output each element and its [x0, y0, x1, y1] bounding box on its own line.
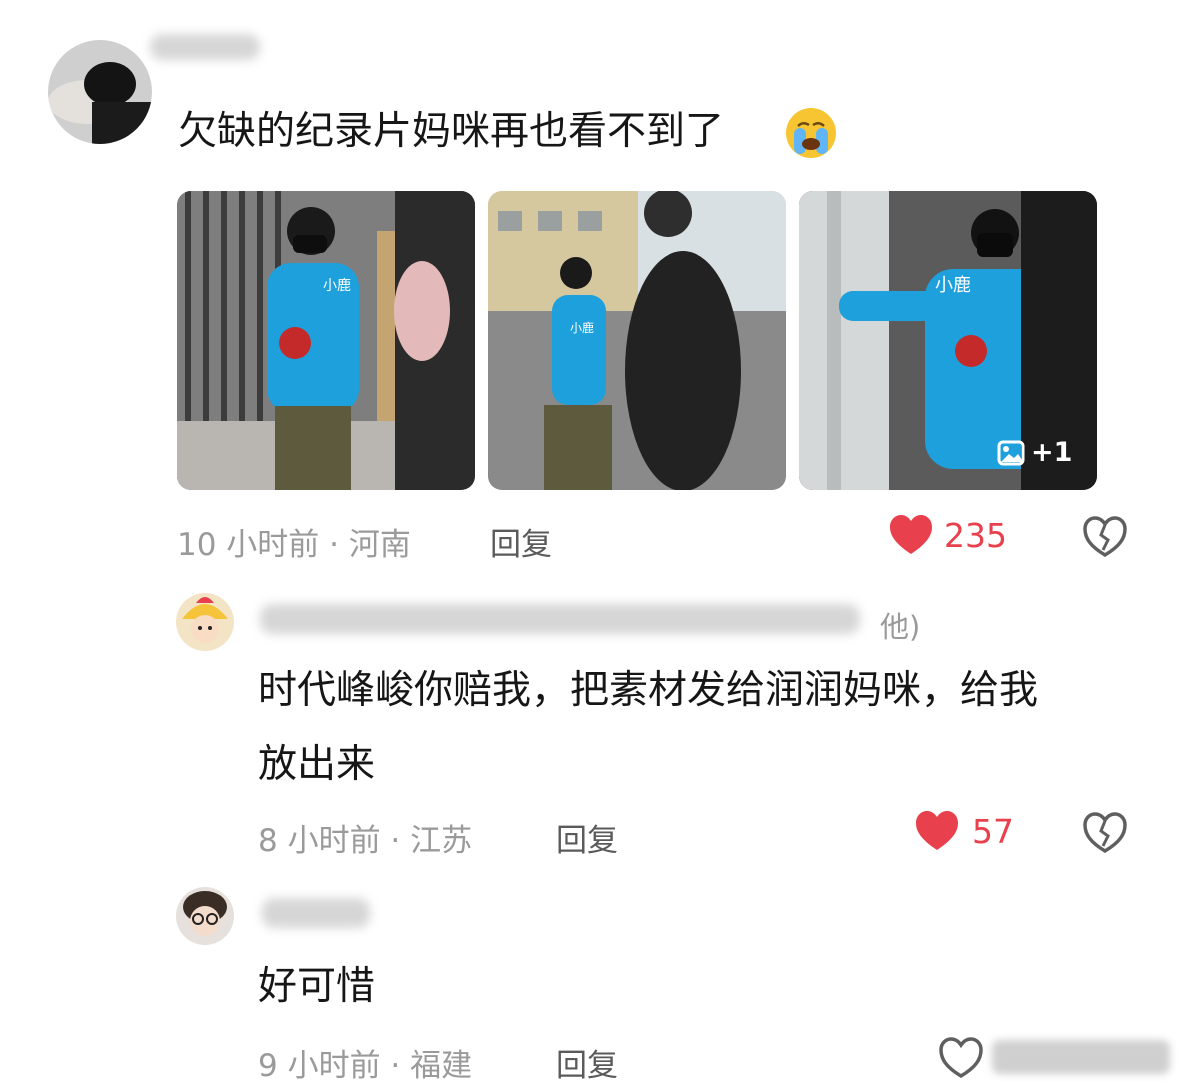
commenter-avatar[interactable]	[48, 40, 152, 144]
like-button[interactable]: 235	[888, 514, 1007, 556]
crying-face-icon	[784, 106, 838, 160]
more-images-count: +1	[1031, 437, 1073, 468]
reply-text-line: 时代峰峻你赔我，把素材发给润润妈咪，给我	[258, 668, 1039, 713]
reply-button[interactable]: 回复	[556, 1040, 618, 1085]
reply-username-blurred[interactable]	[262, 898, 370, 928]
like-button[interactable]	[938, 1037, 984, 1079]
comment-text: 欠缺的纪录片妈咪再也看不到了	[178, 109, 725, 154]
username-tail: 他)	[880, 610, 921, 644]
reply-button[interactable]: 回复	[490, 519, 552, 564]
watermark-blurred	[992, 1040, 1170, 1074]
reply-text: 好可惜	[258, 964, 376, 1009]
comment-meta: 10 小时前 · 河南	[177, 527, 411, 563]
reply-meta: 9 小时前 · 福建	[258, 1048, 473, 1084]
like-button[interactable]: 57	[914, 810, 1014, 852]
comment-image-3[interactable]: 小鹿 +1	[799, 191, 1097, 490]
reply-text-line: 放出来	[258, 742, 376, 787]
reply-username-blurred[interactable]	[260, 604, 860, 634]
dislike-button[interactable]	[1082, 516, 1128, 558]
broken-heart-icon	[1082, 812, 1128, 858]
comment-image-1[interactable]: 小鹿	[177, 191, 475, 490]
heart-filled-icon	[914, 810, 960, 852]
like-count: 57	[972, 811, 1014, 851]
more-images-badge[interactable]: +1	[997, 437, 1072, 468]
photo-watermark: 小鹿	[323, 278, 351, 294]
reply-button[interactable]: 回复	[556, 815, 618, 860]
reply-meta: 8 小时前 · 江苏	[258, 823, 473, 859]
dislike-button[interactable]	[1082, 812, 1128, 854]
reply-avatar[interactable]	[176, 593, 234, 651]
like-count: 235	[944, 515, 1007, 555]
heart-filled-icon	[888, 514, 934, 556]
comment-image-2[interactable]: 小鹿	[488, 191, 786, 490]
photo-watermark: 小鹿	[935, 275, 971, 296]
broken-heart-icon	[1082, 516, 1128, 562]
username-blurred[interactable]	[150, 34, 260, 60]
heart-outline-icon	[938, 1037, 984, 1083]
reply-avatar[interactable]	[176, 887, 234, 945]
image-icon	[997, 440, 1025, 466]
photo-watermark: 小鹿	[570, 321, 595, 335]
